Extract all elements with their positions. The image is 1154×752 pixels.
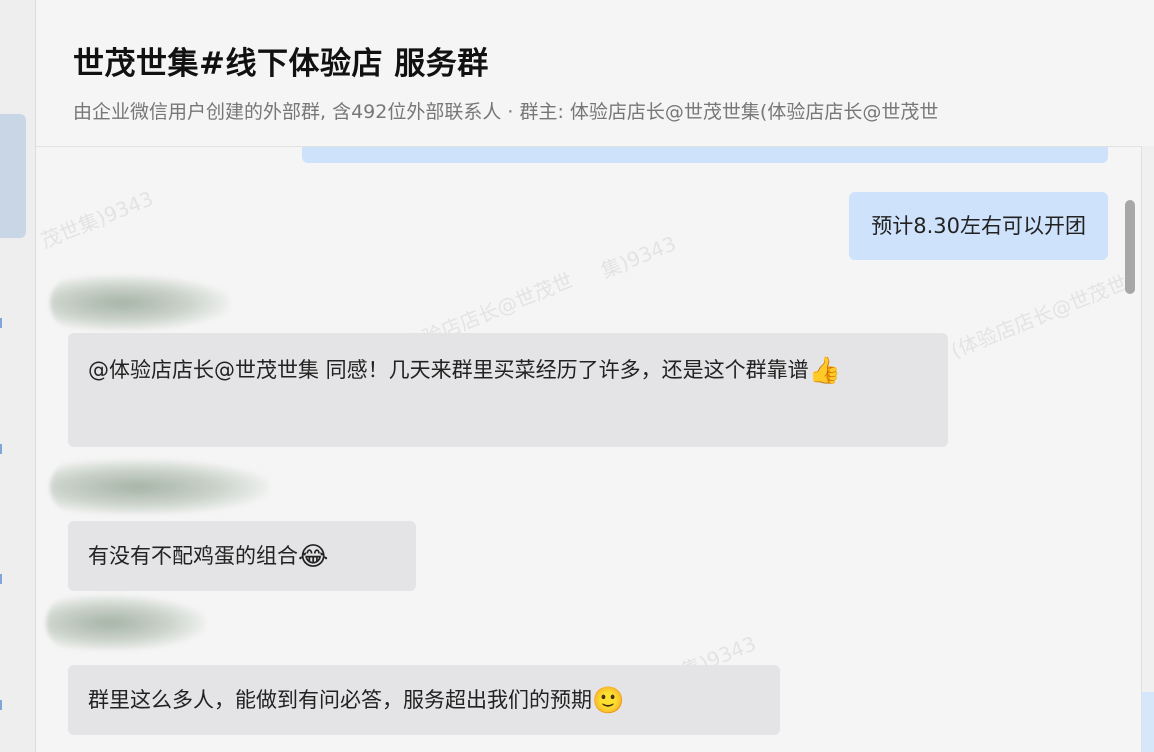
list-marker	[0, 444, 2, 454]
side-panel-highlight	[1142, 692, 1154, 752]
list-marker	[0, 318, 2, 328]
scrollbar[interactable]	[1122, 200, 1136, 752]
chat-window: 世茂世集#线下体验店 服务群 由企业微信用户创建的外部群, 含492位外部联系人…	[0, 0, 1154, 752]
sender-name-blurred[interactable]	[50, 275, 230, 331]
message-text: 有没有不配鸡蛋的组合	[88, 544, 298, 568]
watermark: 集)9343	[597, 231, 680, 283]
message-bubble-self[interactable]: 预计8.30左右可以开团	[849, 192, 1108, 260]
sender-name-blurred[interactable]	[50, 459, 270, 515]
laughing-tears-icon: 😂	[298, 542, 329, 572]
list-marker	[0, 700, 2, 710]
watermark: 茂世集)9343	[37, 186, 157, 253]
message-bubble-partial[interactable]	[302, 147, 1108, 163]
message-text: 群里这么多人，能做到有问必答，服务超出我们的预期	[88, 688, 592, 712]
group-title[interactable]: 世茂世集#线下体验店 服务群	[73, 38, 489, 83]
smiley-icon: 🙂	[592, 686, 625, 716]
group-description: 由企业微信用户创建的外部群, 含492位外部联系人 · 群主: 体验店店长@世茂…	[73, 101, 939, 123]
conversation-list-edge[interactable]	[0, 0, 36, 752]
list-marker	[0, 574, 2, 584]
message-text: @体验店店长@世茂世集 同感！几天来群里买菜经历了许多，还是这个群靠谱	[88, 358, 809, 382]
selected-conversation-indicator[interactable]	[0, 114, 26, 238]
message-bubble-other[interactable]: 有没有不配鸡蛋的组合😂	[68, 521, 416, 591]
message-list[interactable]: 茂世集)9343 集)9343 茂世集(体验店店长@世茂世 (体验店店长@世茂世…	[36, 147, 1154, 752]
scrollbar-thumb[interactable]	[1125, 200, 1135, 294]
thumbs-up-icon: 👍	[808, 356, 842, 386]
message-bubble-other[interactable]: 群里这么多人，能做到有问必答，服务超出我们的预期🙂	[68, 665, 780, 735]
watermark: (体验店店长@世茂世	[947, 270, 1131, 363]
chat-header: 世茂世集#线下体验店 服务群 由企业微信用户创建的外部群, 含492位外部联系人…	[36, 0, 1154, 147]
message-bubble-other[interactable]: @体验店店长@世茂世集 同感！几天来群里买菜经历了许多，还是这个群靠谱👍	[68, 333, 948, 447]
sender-name-blurred[interactable]	[46, 595, 206, 651]
side-panel-edge[interactable]	[1141, 146, 1154, 752]
